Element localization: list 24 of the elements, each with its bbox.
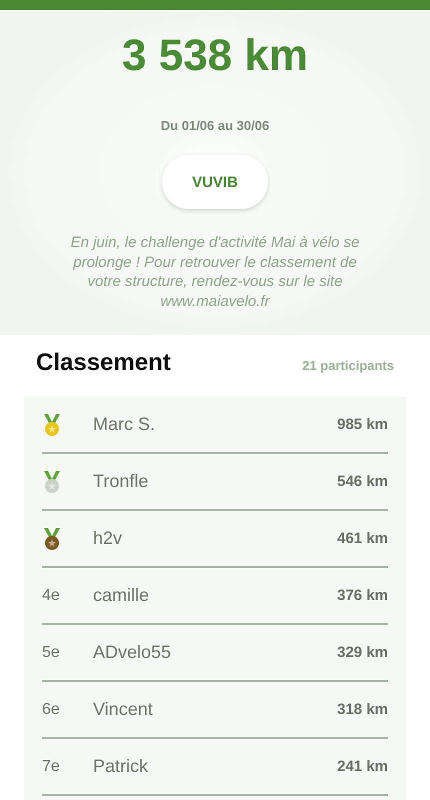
participant-distance: 985 km	[337, 416, 388, 433]
participant-name: h2v	[93, 528, 124, 549]
participant-distance: 329 km	[337, 644, 388, 661]
participant-name: camille	[93, 585, 150, 606]
participant-distance: 376 km	[337, 587, 388, 604]
participant-distance: 241 km	[337, 758, 388, 775]
participant-name: Marc S.	[93, 414, 156, 435]
rank-label: 7e	[42, 758, 61, 776]
participant-name: Patrick	[93, 756, 150, 777]
rank-label: 5e	[42, 644, 61, 662]
rank-label: 4e	[42, 586, 61, 604]
participant-count: 21 participants	[302, 358, 394, 373]
info-text: En juin, le challenge d'activité Mai à vélo se prolonge ! Pour retrouver le classement de votre structure, rendez-vous sur le site www.maiavelo.fr	[70, 233, 360, 311]
participant-name: ADvelo55	[93, 642, 172, 663]
rank-label: 6e	[42, 700, 61, 718]
participant-name: Tronfle	[93, 471, 150, 492]
total-distance: 3 538 km	[122, 30, 308, 82]
participant-distance: 461 km	[337, 530, 388, 547]
ranking-title: Classement	[36, 349, 171, 377]
participant-distance: 546 km	[337, 473, 388, 490]
participant-distance: 318 km	[337, 701, 388, 718]
team-button[interactable]: VUVIB	[162, 155, 268, 209]
period-text: Du 01/06 au 30/06	[160, 118, 270, 133]
participant-name: Vincent	[93, 699, 154, 720]
